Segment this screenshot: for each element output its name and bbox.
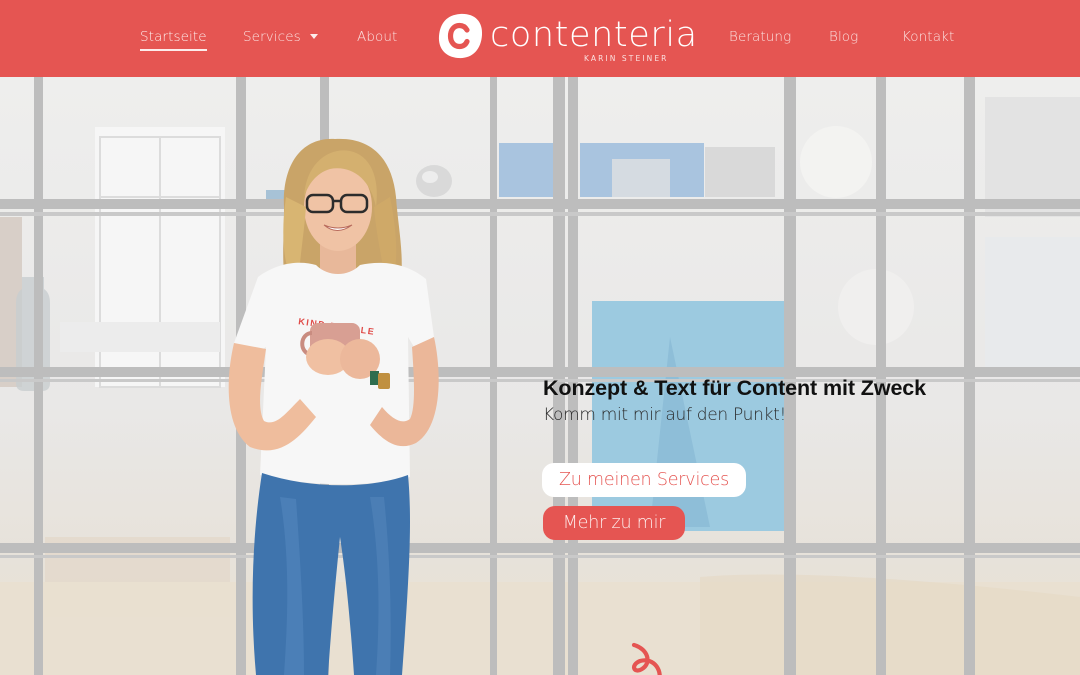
logo-tagline: KARIN STEINER [584, 54, 669, 63]
nav-item-blog[interactable]: Blog [829, 29, 858, 45]
hero-headline: Konzept & Text für Content mit Zweck [543, 376, 927, 400]
logo-mark-icon [438, 13, 483, 59]
nav-item-services[interactable]: Services [243, 29, 318, 45]
nav-item-about[interactable]: About [357, 29, 397, 45]
services-button[interactable]: Zu meinen Services [542, 463, 746, 497]
about-me-button[interactable]: Mehr zu mir [543, 506, 685, 540]
nav-item-services-label: Services [243, 29, 301, 45]
logo-wordmark: contenteria [490, 15, 698, 55]
hero-subline: Komm mit mir auf den Punkt! [543, 405, 786, 425]
portrait-photo: KIND PEOPLE [228, 138, 439, 675]
nav-item-kontakt[interactable]: Kontakt [902, 29, 954, 45]
curly-arrow-down-icon[interactable] [612, 639, 672, 675]
nav-item-startseite[interactable]: Startseite [140, 29, 207, 51]
site-header: Startseite Services About contenteria KA… [0, 0, 1080, 77]
caret-down-icon [309, 33, 318, 39]
nav-item-beratung[interactable]: Beratung [729, 29, 791, 45]
logo[interactable]: contenteria KARIN STEINER [438, 13, 697, 65]
